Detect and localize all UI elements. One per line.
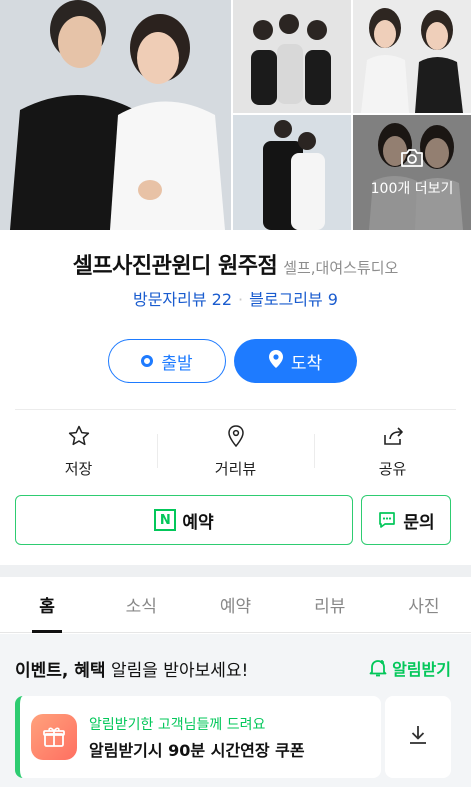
camera-icon	[400, 148, 424, 172]
star-icon	[67, 424, 91, 452]
coupon-subtitle: 알림받기한 고객님들께 드려요	[89, 716, 266, 733]
reserve-label: 예약	[182, 512, 214, 533]
tab-booking[interactable]: 예약	[188, 577, 282, 632]
tab-reviews[interactable]: 리뷰	[283, 577, 377, 632]
photo-main[interactable]	[0, 0, 231, 230]
street-view-button[interactable]: 거리뷰	[157, 424, 314, 480]
divider	[15, 409, 456, 410]
share-label: 공유	[378, 460, 407, 478]
depart-label: 출발	[161, 353, 193, 374]
depart-button[interactable]: 출발	[108, 339, 226, 383]
photo-thumb-1-image	[233, 0, 351, 113]
blog-review-link[interactable]: 블로그리뷰 9	[249, 290, 338, 309]
notify-button[interactable]: 알림받기	[368, 656, 451, 680]
share-icon	[381, 424, 405, 452]
photo-thumb-3[interactable]	[233, 115, 351, 230]
tab-bar: 홈 소식 예약 리뷰 사진	[0, 577, 471, 633]
photo-thumb-2[interactable]	[353, 0, 471, 113]
photo-thumb-2-image	[353, 0, 471, 113]
gift-icon	[31, 714, 77, 760]
naver-booking-icon: N	[154, 509, 177, 531]
tab-home[interactable]: 홈	[0, 577, 94, 633]
place-title-row: 셀프사진관윈디 원주점 셀프,대여스튜디오	[0, 248, 471, 280]
place-name: 셀프사진관윈디 원주점	[72, 254, 278, 279]
coupon-title: 알림받기시 90분 시간연장 쿠폰	[89, 740, 305, 760]
tab-photos[interactable]: 사진	[377, 577, 471, 632]
reserve-button[interactable]: N 예약	[15, 495, 353, 545]
place-category: 셀프,대여스튜디오	[283, 259, 399, 277]
inquiry-label: 문의	[403, 512, 435, 533]
download-icon	[406, 723, 430, 751]
visitor-review-link[interactable]: 방문자리뷰 22	[133, 290, 232, 309]
tab-news[interactable]: 소식	[94, 577, 188, 632]
coupon-text: 알림받기한 고객님들께 드려요 알림받기시 90분 시간연장 쿠폰	[89, 714, 305, 761]
photo-thumb-3-image	[233, 115, 351, 230]
coupon-download-button[interactable]	[385, 696, 451, 778]
bell-plus-icon	[368, 658, 392, 678]
arrive-label: 도착	[290, 353, 323, 374]
chat-icon	[377, 510, 397, 530]
save-label: 저장	[64, 460, 93, 478]
event-heading: 이벤트, 혜택 알림을 받아보세요!	[15, 656, 248, 681]
photo-more-overlay: 100개 더보기	[353, 115, 471, 230]
arrive-button[interactable]: 도착	[234, 339, 357, 383]
event-heading-rest: 알림을 받아보세요!	[105, 661, 249, 681]
photo-more[interactable]: 100개 더보기	[353, 115, 471, 230]
pin-outline-icon	[224, 424, 248, 452]
notify-label: 알림받기	[392, 660, 451, 679]
photo-more-label: 100개 더보기	[370, 180, 454, 197]
section-gap	[0, 565, 471, 577]
review-links: 방문자리뷰 22 · 블로그리뷰 9	[0, 286, 471, 310]
review-separator: ·	[238, 290, 244, 309]
action-row: 저장 거리뷰 공유	[0, 424, 471, 480]
photo-thumb-1[interactable]	[233, 0, 351, 113]
origin-dot-icon	[141, 355, 154, 367]
photo-main-image	[0, 0, 231, 230]
coupon-card[interactable]: 알림받기한 고객님들께 드려요 알림받기시 90분 시간연장 쿠폰	[15, 696, 381, 778]
share-button[interactable]: 공유	[314, 424, 471, 480]
photo-grid: 100개 더보기	[0, 0, 471, 230]
event-heading-bold: 이벤트, 혜택	[15, 661, 106, 681]
street-view-label: 거리뷰	[214, 460, 257, 478]
inquiry-button[interactable]: 문의	[361, 495, 451, 545]
save-button[interactable]: 저장	[0, 424, 157, 480]
location-pin-icon	[268, 349, 291, 373]
